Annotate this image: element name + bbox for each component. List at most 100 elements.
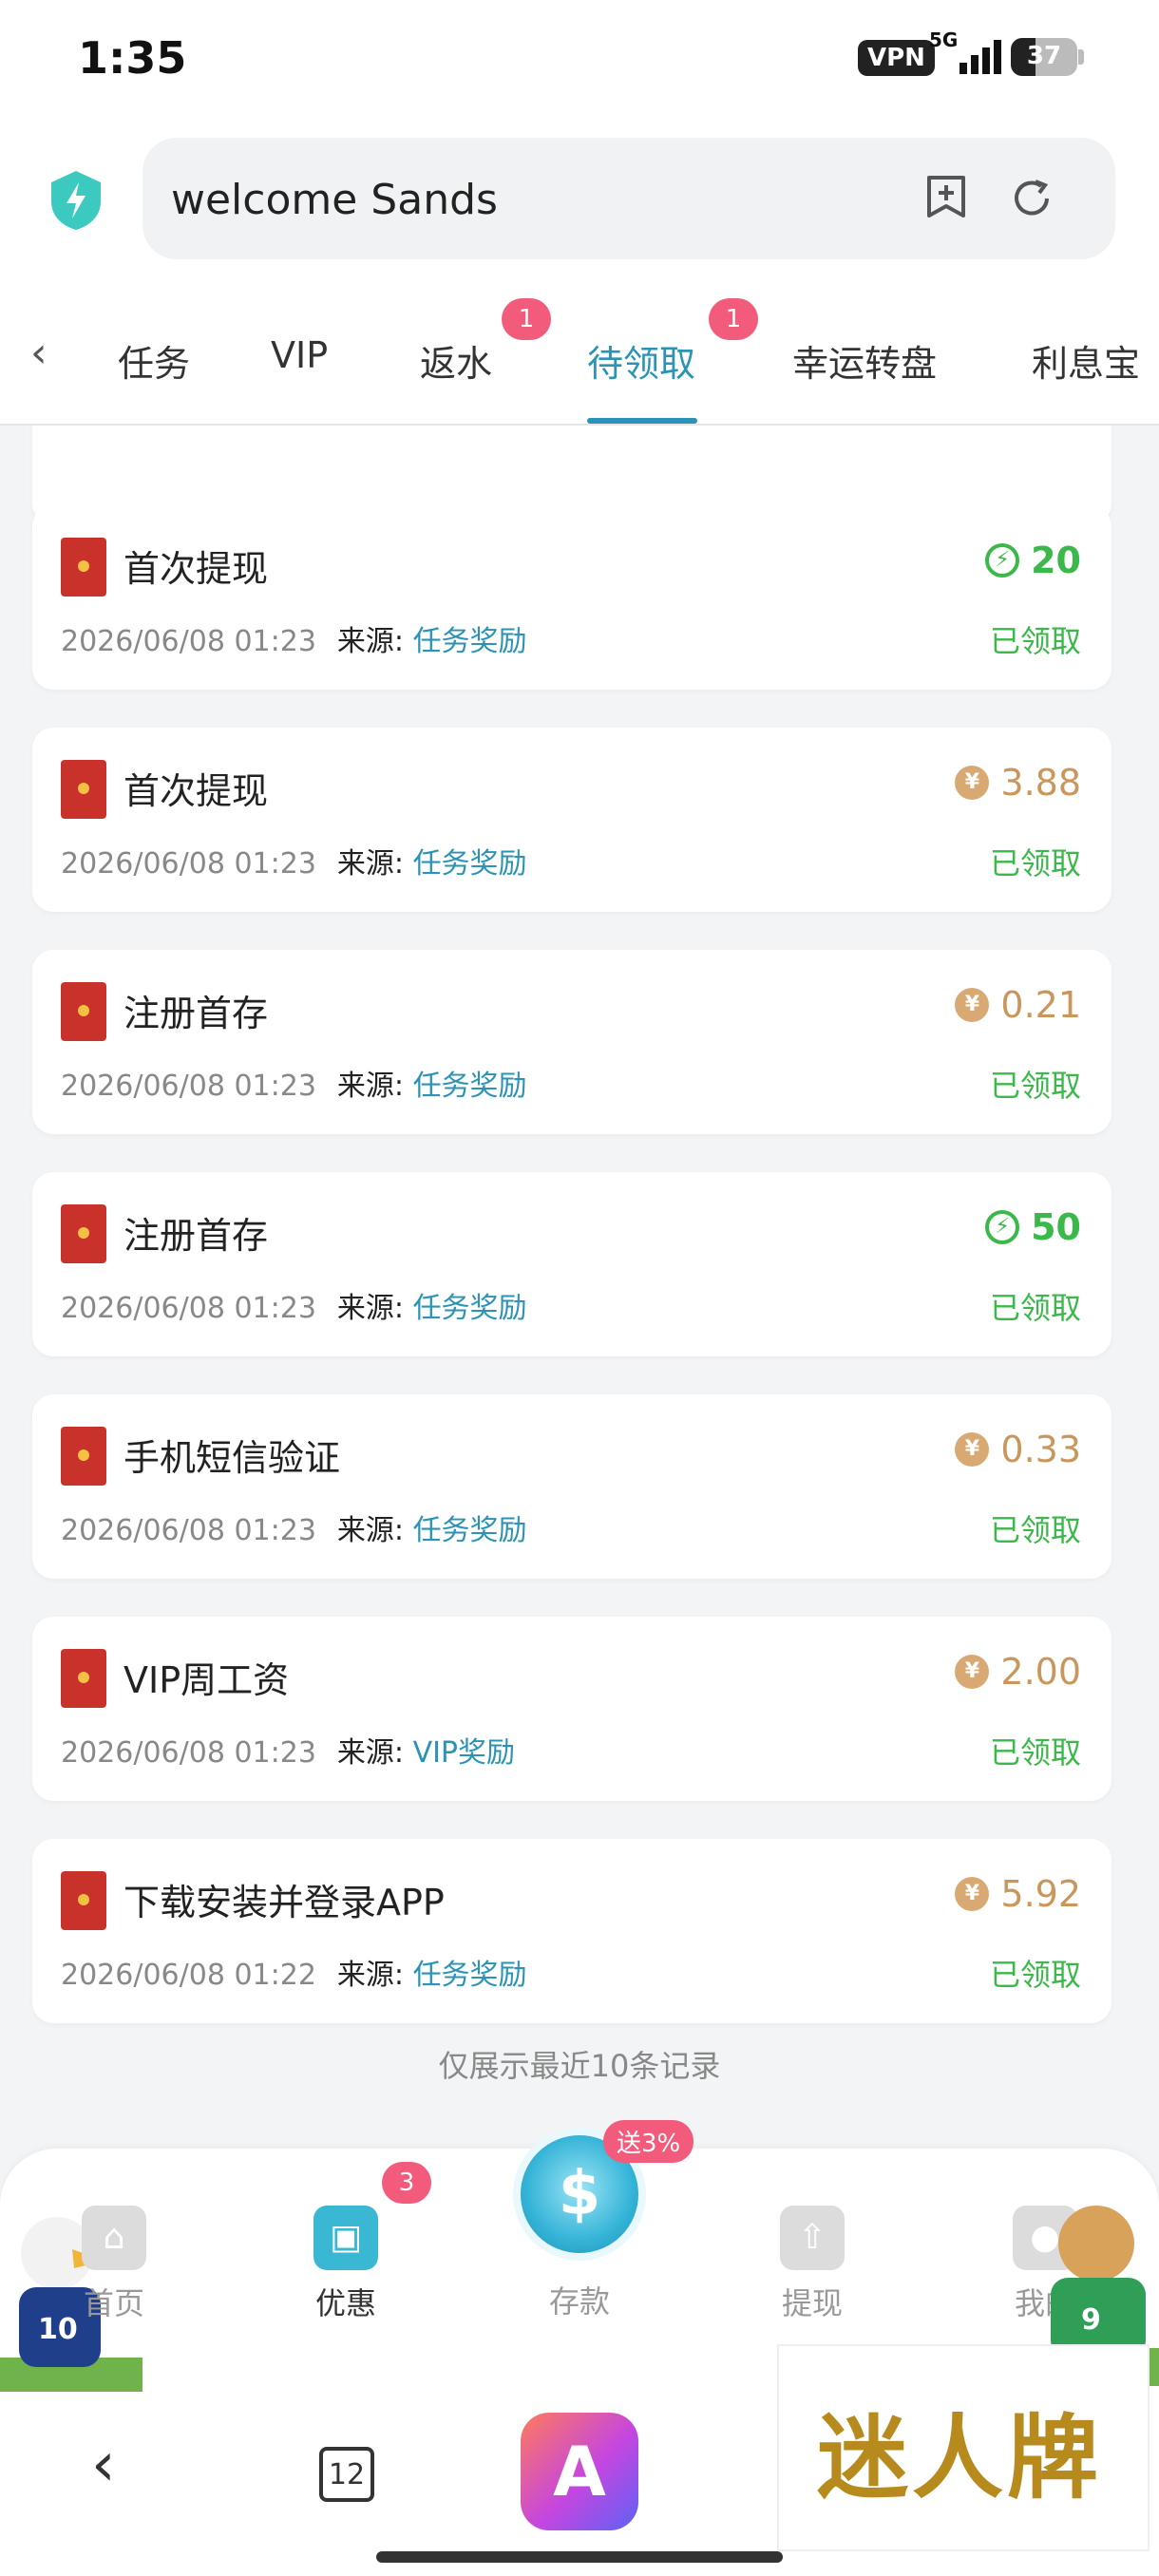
home-indicator[interactable]: [376, 2551, 783, 2563]
record-amount: ⚡ 20: [985, 540, 1081, 581]
nav-home-label: 首页: [83, 2285, 144, 2321]
nav-home[interactable]: ⌂ 首页: [57, 2206, 171, 2323]
record-meta: 2026/06/08 01:23 来源: 任务奖励: [61, 840, 527, 881]
battery-icon: 37: [1011, 38, 1077, 76]
record-time: 2026/06/08 01:23: [61, 847, 316, 881]
record-source-label: 来源:: [336, 1736, 405, 1770]
record-meta: 2026/06/08 01:23 来源: 任务奖励: [61, 617, 527, 659]
record-source: VIP奖励: [412, 1736, 516, 1770]
battery-percent: 37: [1026, 42, 1062, 70]
signal-icon: [960, 40, 1005, 74]
record-status: 已领取: [989, 1734, 1081, 1771]
list-item: VIP周工资 2026/06/08 01:23 来源: VIP奖励 ¥2.00 已领取: [32, 1617, 1112, 1801]
record-time: 2026/06/08 01:22: [61, 1959, 316, 1992]
record-amount: ¥2.00: [955, 1651, 1081, 1693]
record-title: 首次提现: [124, 770, 269, 812]
record-source: 任务奖励: [412, 1959, 527, 1992]
category-tabs: ‹ 任务 VIP 返水 1 待领取 1 幸运转盘 利息宝: [0, 285, 1159, 426]
record-status: 已领取: [989, 1068, 1081, 1104]
bolt-coin-icon: ⚡: [985, 1210, 1020, 1244]
home-icon: ⌂: [82, 2206, 146, 2270]
record-source: 任务奖励: [412, 625, 527, 658]
record-amount-value: 3.88: [1000, 762, 1081, 804]
red-envelope-icon: [61, 760, 106, 819]
shield-bolt-icon[interactable]: [48, 169, 104, 232]
records-footer-note: 仅展示最近10条记录: [438, 2048, 721, 2084]
yuan-coin-icon: ¥: [955, 766, 990, 800]
red-envelope-icon: [61, 1871, 106, 1930]
record-source-label: 来源:: [336, 1514, 405, 1547]
tab-interest[interactable]: 利息宝: [1032, 334, 1140, 387]
record-time: 2026/06/08 01:23: [61, 1070, 316, 1103]
record-title: 注册首存: [124, 1215, 269, 1257]
record-amount-value: 0.33: [1000, 1429, 1081, 1470]
record-source-label: 来源:: [336, 1292, 405, 1325]
bolt-coin-icon: ⚡: [985, 543, 1020, 578]
pending-claim-badge: 1: [709, 298, 758, 340]
nav-withdraw[interactable]: ⇧ 提现: [755, 2206, 869, 2323]
record-meta: 2026/06/08 01:23 来源: 任务奖励: [61, 1284, 527, 1326]
yuan-coin-icon: ¥: [955, 988, 990, 1022]
ad-text: 迷人牌: [817, 2404, 1102, 2511]
nav-withdraw-label: 提现: [781, 2285, 843, 2321]
record-status: 已领取: [989, 1290, 1081, 1326]
browser-tabs-button[interactable]: 12: [319, 2447, 374, 2502]
tab-rebate[interactable]: 返水: [420, 334, 492, 387]
record-source: 任务奖励: [412, 1292, 527, 1325]
record-amount-value: 2.00: [1000, 1651, 1081, 1693]
record-status: 已领取: [989, 623, 1081, 659]
record-status: 已领取: [989, 845, 1081, 881]
record-title: 首次提现: [124, 548, 269, 590]
tab-lucky-wheel[interactable]: 幸运转盘: [792, 334, 937, 387]
record-source: 任务奖励: [412, 1070, 527, 1103]
nav-promotions-label: 优惠: [314, 2285, 376, 2321]
record-title: 下载安装并登录APP: [124, 1882, 445, 1923]
tabs-scroll-left-icon[interactable]: ‹: [30, 329, 48, 377]
record-source-label: 来源:: [336, 1959, 405, 1992]
record-time: 2026/06/08 01:23: [61, 1292, 316, 1325]
svg-text:9: 9: [1081, 2303, 1101, 2337]
record-source-label: 来源:: [336, 625, 405, 658]
active-tab-indicator: [587, 418, 697, 424]
record-title: VIP周工资: [124, 1659, 290, 1701]
red-envelope-icon: [61, 538, 106, 597]
status-bar: 1:35 VPN 5G 37: [0, 0, 1159, 123]
record-source: 任务奖励: [412, 847, 527, 881]
record-amount: ¥5.92: [955, 1873, 1081, 1915]
nav-promotions[interactable]: ▣ 优惠: [289, 2206, 403, 2323]
record-amount-value: 5.92: [1000, 1873, 1081, 1915]
clock: 1:35: [78, 32, 187, 84]
record-time: 2026/06/08 01:23: [61, 625, 316, 658]
add-bookmark-icon[interactable]: [922, 174, 971, 223]
tab-pending-claim[interactable]: 待领取: [587, 334, 695, 387]
record-time: 2026/06/08 01:23: [61, 1514, 316, 1547]
tab-vip[interactable]: VIP: [271, 334, 328, 376]
record-source-label: 来源:: [336, 847, 405, 881]
record-amount-value: 50: [1031, 1206, 1081, 1248]
list-item: 首次提现 2026/06/08 01:23 来源: 任务奖励 ⚡ 20 已领取: [32, 505, 1112, 690]
record-status: 已领取: [989, 1957, 1081, 1993]
red-envelope-icon: [61, 1204, 106, 1263]
yuan-coin-icon: ¥: [955, 1432, 990, 1467]
list-item: 首次提现 2026/06/08 01:23 来源: 任务奖励 ¥3.88 已领取: [32, 728, 1112, 912]
refresh-icon[interactable]: [1007, 174, 1056, 223]
list-item: 注册首存 2026/06/08 01:23 来源: 任务奖励 ⚡ 50 已领取: [32, 1172, 1112, 1356]
vpn-indicator: VPN: [858, 40, 935, 76]
nav-deposit-label: 存款: [548, 2283, 610, 2320]
ad-banner[interactable]: 迷人牌: [777, 2344, 1150, 2551]
record-source-label: 来源:: [336, 1070, 405, 1103]
address-bar[interactable]: welcome Sands: [142, 138, 1115, 259]
record-title: 手机短信验证: [124, 1437, 341, 1479]
record-amount-value: 20: [1031, 540, 1081, 581]
red-envelope-icon: [61, 1427, 106, 1486]
back-icon[interactable]: ‹: [91, 2430, 116, 2500]
battery-tip: [1078, 49, 1084, 65]
promotions-badge: 3: [382, 2162, 431, 2204]
yuan-coin-icon: ¥: [955, 1655, 990, 1689]
withdraw-icon: ⇧: [780, 2206, 845, 2270]
browser-logo-icon[interactable]: A: [521, 2413, 638, 2530]
record-amount: ¥0.21: [955, 984, 1081, 1026]
network-type: 5G: [929, 28, 959, 51]
tab-tasks[interactable]: 任务: [118, 334, 190, 387]
gift-icon: ▣: [314, 2206, 378, 2270]
